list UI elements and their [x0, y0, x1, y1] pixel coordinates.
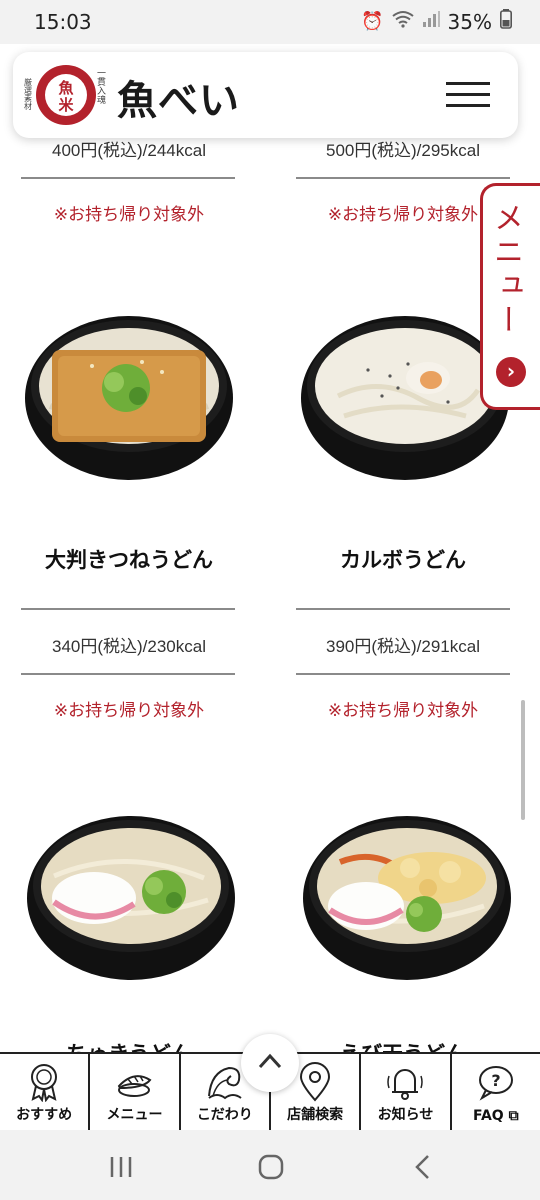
medal-icon: [31, 1064, 58, 1102]
nav-label: おすすめ: [16, 1107, 73, 1123]
nav-item-menu[interactable]: メニュー: [90, 1054, 181, 1130]
chikuwa-udon-image[interactable]: [24, 806, 238, 984]
product-price: 390円(税込)/291kcal: [325, 637, 480, 656]
logo-text[interactable]: 魚べい: [117, 68, 240, 126]
chevron-right-icon: ›: [496, 357, 526, 387]
ebiten-udon-image[interactable]: [300, 806, 514, 984]
product-price: 340円(税込)/230kcal: [51, 637, 206, 656]
side-menu-tab[interactable]: メニュー ›: [480, 183, 540, 410]
product-name[interactable]: カルボうどん: [296, 544, 510, 574]
logo-side-text: 厳選素材: [24, 78, 33, 110]
takeout-note: ※お持ち帰り対象外: [53, 701, 205, 721]
kitsune-udon-image[interactable]: [22, 306, 236, 484]
nav-label: メニュー: [106, 1107, 163, 1123]
signal-icon: [422, 10, 440, 33]
scroll-to-top-button[interactable]: [241, 1034, 299, 1092]
nav-label: お知らせ: [377, 1107, 434, 1123]
nav-item-news[interactable]: お知らせ: [361, 1054, 452, 1130]
side-menu-label: メニュー: [488, 202, 523, 338]
scrollbar[interactable]: [521, 700, 525, 820]
nav-item-recommend[interactable]: おすすめ: [0, 1054, 91, 1130]
uobei-logo-mark[interactable]: 魚 米: [35, 64, 97, 126]
logo-side-text: 一貫入魂: [95, 68, 106, 105]
chevron-up-icon: [258, 1053, 282, 1069]
divider: [296, 673, 510, 675]
alarm-icon: ⏰: [361, 11, 384, 32]
divider: [296, 608, 510, 610]
system-nav-bar: [0, 1130, 540, 1200]
logo-emblem-char: 米: [58, 96, 74, 114]
product-grid: 400円(税込)/244kcal ※お持ち帰り対象外 500円(税込)/295k…: [0, 44, 540, 1052]
product-name[interactable]: 大判きつねうどん: [22, 544, 236, 574]
product-name[interactable]: ちゅきうどん: [22, 1038, 236, 1052]
nav-label: 店舗検索: [287, 1107, 344, 1123]
map-pin-icon: [300, 1062, 331, 1102]
logo-side-text-left: 厳選素材: [24, 78, 33, 110]
status-time: 15:03: [34, 10, 92, 34]
home-icon[interactable]: [256, 1152, 286, 1182]
svg-text:?: ?: [491, 1071, 500, 1090]
battery-percent: 35%: [447, 9, 492, 34]
wifi-icon: [391, 10, 414, 33]
status-bar: 15:03 ⏰ 35%: [0, 0, 540, 44]
takeout-note: ※お持ち帰り対象外: [327, 205, 479, 225]
sushi-icon: [118, 1075, 152, 1097]
back-icon[interactable]: [408, 1152, 438, 1182]
takeout-note: ※お持ち帰り対象外: [53, 205, 205, 225]
divider: [21, 673, 235, 675]
product-price: 500円(税込)/295kcal: [325, 141, 480, 160]
bell-icon: [387, 1069, 424, 1100]
takeout-note: ※お持ち帰り対象外: [327, 701, 479, 721]
hamburger-menu-icon[interactable]: [446, 82, 490, 108]
site-header: 魚 米 一貫入魂 厳選素材 魚べい: [13, 52, 518, 138]
external-link-icon: ⧉: [508, 1108, 519, 1124]
nav-label: FAQ ⧉: [452, 1108, 540, 1124]
divider: [21, 177, 235, 179]
divider: [21, 608, 235, 610]
nav-label: こだわり: [196, 1107, 253, 1123]
status-icons: ⏰ 35%: [361, 9, 512, 34]
recent-apps-icon[interactable]: [106, 1152, 136, 1182]
logo-emblem-char: 魚: [58, 79, 73, 97]
product-name[interactable]: えび天うどん: [296, 1038, 510, 1052]
logo-side-text-right: 一貫入魂: [95, 68, 106, 105]
product-price: 400円(税込)/244kcal: [51, 141, 206, 160]
nav-label-text: FAQ: [473, 1108, 504, 1124]
wave-icon: [207, 1066, 242, 1100]
question-bubble-icon: ?: [478, 1066, 513, 1101]
divider: [296, 177, 510, 179]
nav-item-faq[interactable]: ? FAQ ⧉: [452, 1054, 540, 1130]
battery-icon: [500, 9, 512, 34]
